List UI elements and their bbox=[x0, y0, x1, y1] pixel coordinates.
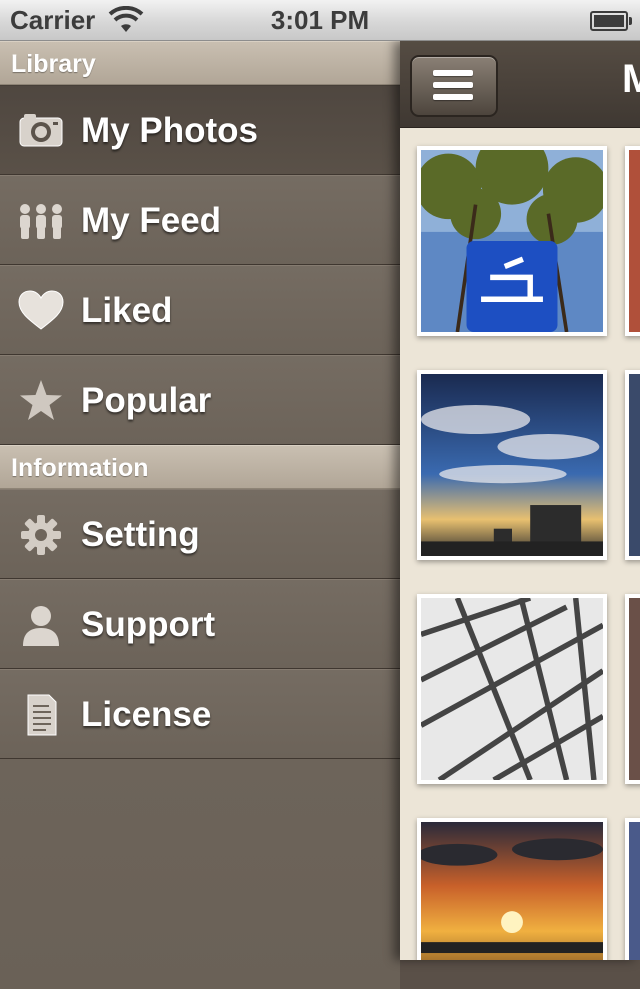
menu-label: Setting bbox=[81, 515, 200, 554]
status-bar: Carrier 3:01 PM bbox=[0, 0, 640, 41]
section-header-information: Information bbox=[0, 445, 400, 489]
photo-partial-2[interactable] bbox=[625, 370, 640, 560]
menu-label: My Photos bbox=[81, 111, 258, 150]
menu-label: Support bbox=[81, 605, 216, 644]
photo-partial-3[interactable] bbox=[625, 594, 640, 784]
menu-item-support[interactable]: Support bbox=[0, 579, 400, 669]
navigation-bar: M bbox=[400, 41, 640, 128]
side-menu: Library My Photos My Feed Liked Popular … bbox=[0, 41, 400, 989]
menu-empty-area bbox=[0, 759, 400, 989]
menu-label: My Feed bbox=[81, 201, 222, 240]
person-icon bbox=[23, 606, 59, 646]
nav-title: M bbox=[622, 57, 640, 101]
menu-label: Popular bbox=[81, 381, 212, 420]
menu-item-my-photos[interactable]: My Photos bbox=[0, 85, 400, 175]
menu-label: Liked bbox=[81, 291, 173, 330]
photo-tree-sign[interactable] bbox=[415, 131, 609, 336]
menu-label: License bbox=[81, 695, 212, 734]
hamburger-icon bbox=[433, 82, 473, 88]
photo-sky-clouds[interactable] bbox=[417, 370, 607, 560]
menu-toggle-button[interactable] bbox=[410, 55, 498, 117]
star-icon bbox=[20, 380, 62, 420]
camera-icon bbox=[19, 114, 63, 147]
menu-item-liked[interactable]: Liked bbox=[0, 265, 400, 355]
menu-item-setting[interactable]: Setting bbox=[0, 489, 400, 579]
photo-partial-1[interactable] bbox=[625, 146, 640, 336]
photo-sunset[interactable] bbox=[417, 818, 607, 960]
people-icon bbox=[20, 204, 62, 239]
gear-icon bbox=[21, 515, 61, 555]
hamburger-icon bbox=[433, 94, 473, 100]
clock: 3:01 PM bbox=[270, 5, 370, 35]
main-content: M bbox=[400, 41, 640, 960]
section-header-library: Library bbox=[0, 41, 400, 85]
photo-partial-4[interactable] bbox=[625, 818, 640, 960]
hamburger-icon bbox=[433, 70, 473, 76]
photo-steel-structure[interactable] bbox=[417, 594, 607, 784]
battery-icon bbox=[590, 11, 632, 31]
photo-grid bbox=[400, 127, 640, 960]
menu-item-popular[interactable]: Popular bbox=[0, 355, 400, 445]
menu-item-my-feed[interactable]: My Feed bbox=[0, 175, 400, 265]
heart-icon bbox=[18, 290, 64, 330]
menu-item-license[interactable]: License bbox=[0, 669, 400, 759]
document-icon bbox=[27, 694, 57, 736]
